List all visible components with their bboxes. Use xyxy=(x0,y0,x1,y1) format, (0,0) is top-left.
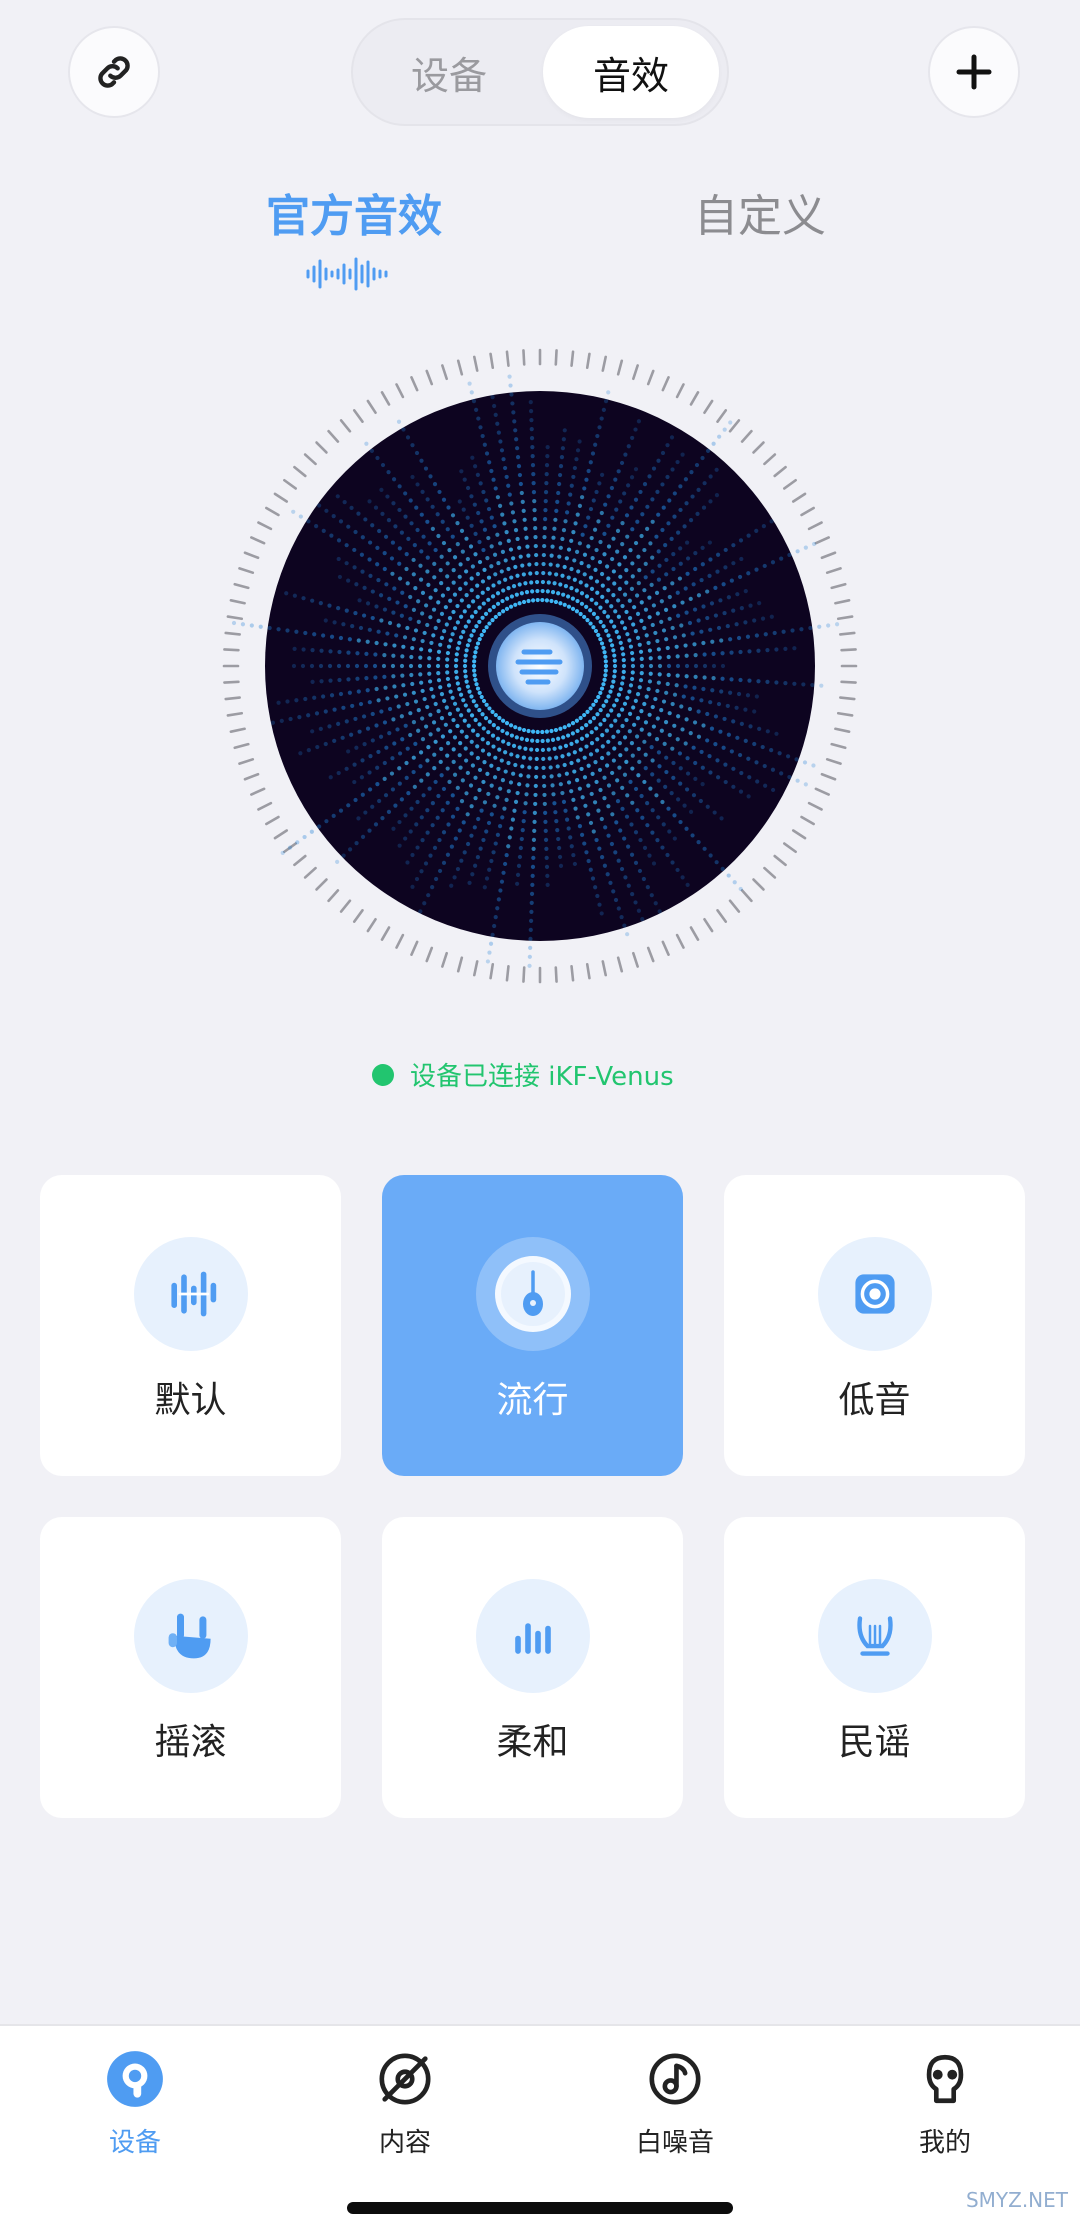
nav-device[interactable]: 设备 xyxy=(60,2046,210,2159)
preset-label: 民谣 xyxy=(838,1722,911,1763)
lyre-icon xyxy=(818,1579,932,1693)
preset-pop[interactable]: 流行 xyxy=(382,1175,683,1476)
preset-rock[interactable]: 摇滚 xyxy=(40,1517,341,1818)
earbud-icon xyxy=(102,2046,168,2112)
preset-label: 低音 xyxy=(838,1380,911,1421)
nav-label: 设备 xyxy=(108,2128,161,2158)
mode-segmented-control: 设备 音效 xyxy=(351,18,729,126)
preset-label: 柔和 xyxy=(496,1722,569,1763)
preset-folk[interactable]: 民谣 xyxy=(724,1517,1025,1818)
add-button[interactable] xyxy=(928,26,1020,118)
nav-label: 内容 xyxy=(378,2128,431,2158)
equalizer-icon xyxy=(134,1237,248,1351)
nav-label: 我的 xyxy=(918,2128,971,2158)
nav-label: 白噪音 xyxy=(635,2128,714,2158)
profile-icon xyxy=(912,2046,978,2112)
preset-soft[interactable]: 柔和 xyxy=(382,1517,683,1818)
tab-official-effects[interactable]: 官方音效 xyxy=(266,180,442,244)
home-indicator xyxy=(347,2202,733,2214)
preset-label: 默认 xyxy=(154,1380,227,1421)
link-button[interactable] xyxy=(68,26,160,118)
guitar-icon xyxy=(476,1237,590,1351)
connection-status-text: 设备已连接 iKF-Venus xyxy=(410,1062,674,1092)
rock-hand-icon xyxy=(134,1579,248,1693)
bars-icon xyxy=(476,1579,590,1693)
nav-content[interactable]: 内容 xyxy=(330,2046,480,2159)
preset-label: 摇滚 xyxy=(154,1722,227,1763)
sound-visualizer xyxy=(222,348,858,984)
status-dot xyxy=(372,1063,394,1086)
connection-status: 设备已连接 iKF-Venus xyxy=(372,1056,674,1093)
preset-default[interactable]: 默认 xyxy=(40,1175,341,1476)
waveform-indicator-icon xyxy=(306,257,388,291)
link-icon xyxy=(98,56,130,88)
segment-sound-effect[interactable]: 音效 xyxy=(543,26,719,118)
segment-device[interactable]: 设备 xyxy=(361,26,537,118)
nav-mine[interactable]: 我的 xyxy=(870,2046,1020,2159)
disc-icon xyxy=(372,2046,438,2112)
music-note-icon xyxy=(642,2046,708,2112)
plus-icon xyxy=(956,54,992,90)
watermark: SMYZ.NET xyxy=(965,2188,1068,2212)
preset-bass[interactable]: 低音 xyxy=(724,1175,1025,1476)
nav-white-noise[interactable]: 白噪音 xyxy=(600,2046,750,2159)
tab-custom[interactable]: 自定义 xyxy=(694,180,826,244)
preset-label: 流行 xyxy=(496,1380,569,1421)
speaker-icon xyxy=(818,1237,932,1351)
